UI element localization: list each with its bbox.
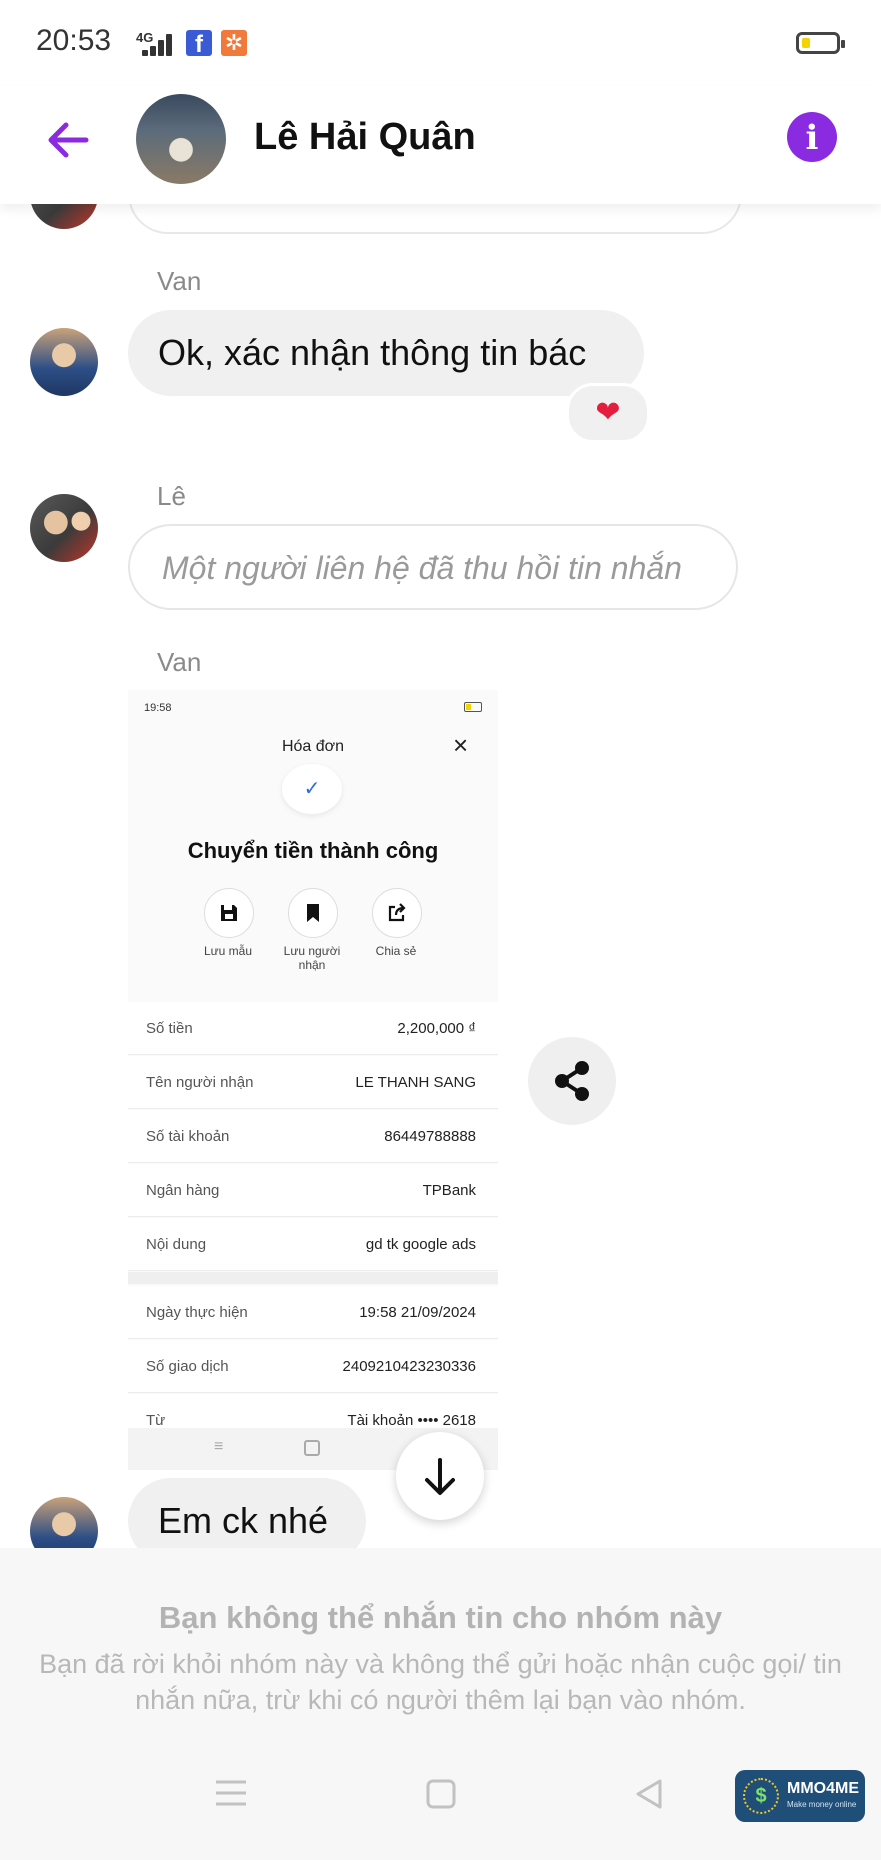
menu-nav-icon[interactable] <box>214 1778 248 1813</box>
receipt-status-time: 19:58 <box>144 702 172 714</box>
app-notification-icon: ✲ <box>221 30 247 56</box>
receipt-success-text: Chuyển tiền thành công <box>187 838 439 863</box>
action-label: Chia sẻ <box>375 944 417 958</box>
receipt-row: Số tiền 2,200,000 ₫ <box>128 1002 498 1055</box>
receipt-battery-icon <box>464 702 482 712</box>
home-icon <box>304 1440 320 1456</box>
receipt-row: Số tài khoản 86449788888 <box>128 1110 498 1163</box>
message-bubble[interactable]: Ok, xác nhận thông tin bác <box>128 310 644 396</box>
dollar-icon: $ <box>743 1778 779 1814</box>
action-label: Lưu mẫu <box>203 944 253 958</box>
receipt-row: Số giao dịch 2409210423230336 <box>128 1340 498 1393</box>
notice-body: Bạn đã rời khỏi nhóm này và không thể gử… <box>39 1649 842 1715</box>
receipt-row: Tên người nhận LE THANH SANG <box>128 1056 498 1109</box>
sender-name: Lê <box>157 481 186 511</box>
info-icon[interactable]: i <box>787 112 837 162</box>
contact-name[interactable]: Lê Hải Quân <box>254 116 476 159</box>
row-label: Số tài khoản <box>146 1128 230 1145</box>
scroll-down-button[interactable] <box>396 1432 484 1520</box>
heart-reaction-icon[interactable]: ❤ <box>566 383 650 443</box>
section-divider <box>128 1272 498 1284</box>
signal-icon <box>136 34 172 56</box>
arrow-down-icon <box>425 1458 455 1495</box>
save-template-icon <box>204 888 254 938</box>
row-label: Ngày thực hiện <box>146 1304 248 1321</box>
image-attachment[interactable]: 19:58 Hóa đơn × ✓ Chuyển tiền thành công… <box>128 690 498 1470</box>
receipt-row: Ngân hàng TPBank <box>128 1164 498 1217</box>
receipt-row: Nội dung gd tk google ads <box>128 1218 498 1271</box>
close-icon: × <box>453 730 469 760</box>
row-label: Tên người nhận <box>146 1074 254 1091</box>
home-nav-icon[interactable] <box>425 1778 457 1815</box>
receipt-title: Hóa đơn <box>281 738 345 755</box>
bookmark-icon <box>288 888 338 938</box>
row-label: Nội dung <box>146 1236 207 1253</box>
action-label: Lưu người nhận <box>283 944 341 972</box>
row-label: Ngân hàng <box>146 1182 220 1199</box>
receipt-row: Ngày thực hiện 19:58 21/09/2024 <box>128 1286 498 1339</box>
share-image-button[interactable] <box>528 1037 616 1125</box>
row-value: 2,200,000 ₫ <box>397 1020 476 1037</box>
avatar <box>30 328 98 396</box>
menu-icon: ≡ <box>214 1438 224 1455</box>
sender-name: Van <box>157 647 202 677</box>
share-icon <box>372 888 422 938</box>
back-nav-icon[interactable] <box>634 1778 664 1815</box>
notice-title: Bạn không thể nhắn tin cho nhóm này <box>158 1600 723 1635</box>
row-value: 19:58 21/09/2024 <box>359 1304 476 1321</box>
row-label: Số giao dịch <box>146 1358 229 1375</box>
check-icon: ✓ <box>282 764 342 814</box>
row-value: TPBank <box>422 1182 476 1199</box>
contact-avatar[interactable] <box>136 94 226 184</box>
chat-header: Lê Hải Quân i <box>0 86 881 204</box>
status-time: 20:53 <box>36 24 112 57</box>
avatar <box>30 494 98 562</box>
battery-icon <box>796 32 845 54</box>
facebook-notification-icon: f <box>186 30 212 56</box>
row-label: Từ <box>146 1412 166 1429</box>
logo-name: MMO4ME <box>787 1780 859 1797</box>
row-value: LE THANH SANG <box>355 1074 476 1091</box>
row-label: Số tiền <box>146 1020 193 1037</box>
row-value: 2409210423230336 <box>342 1358 476 1375</box>
row-value: gd tk google ads <box>365 1236 476 1253</box>
row-value: Tài khoản •••• 2618 <box>347 1412 476 1429</box>
sender-name: Van <box>157 266 202 296</box>
logo-tagline: Make money online <box>787 1800 857 1809</box>
back-arrow-icon[interactable] <box>42 114 94 166</box>
row-value: 86449788888 <box>384 1128 476 1145</box>
network-label: 4G <box>136 30 154 45</box>
recalled-message: Một người liên hệ đã thu hồi tin nhắn <box>128 524 738 610</box>
status-bar: 20:53 4G f ✲ <box>0 0 881 86</box>
mmo4me-logo: $ MMO4ME Make money online <box>735 1770 865 1822</box>
